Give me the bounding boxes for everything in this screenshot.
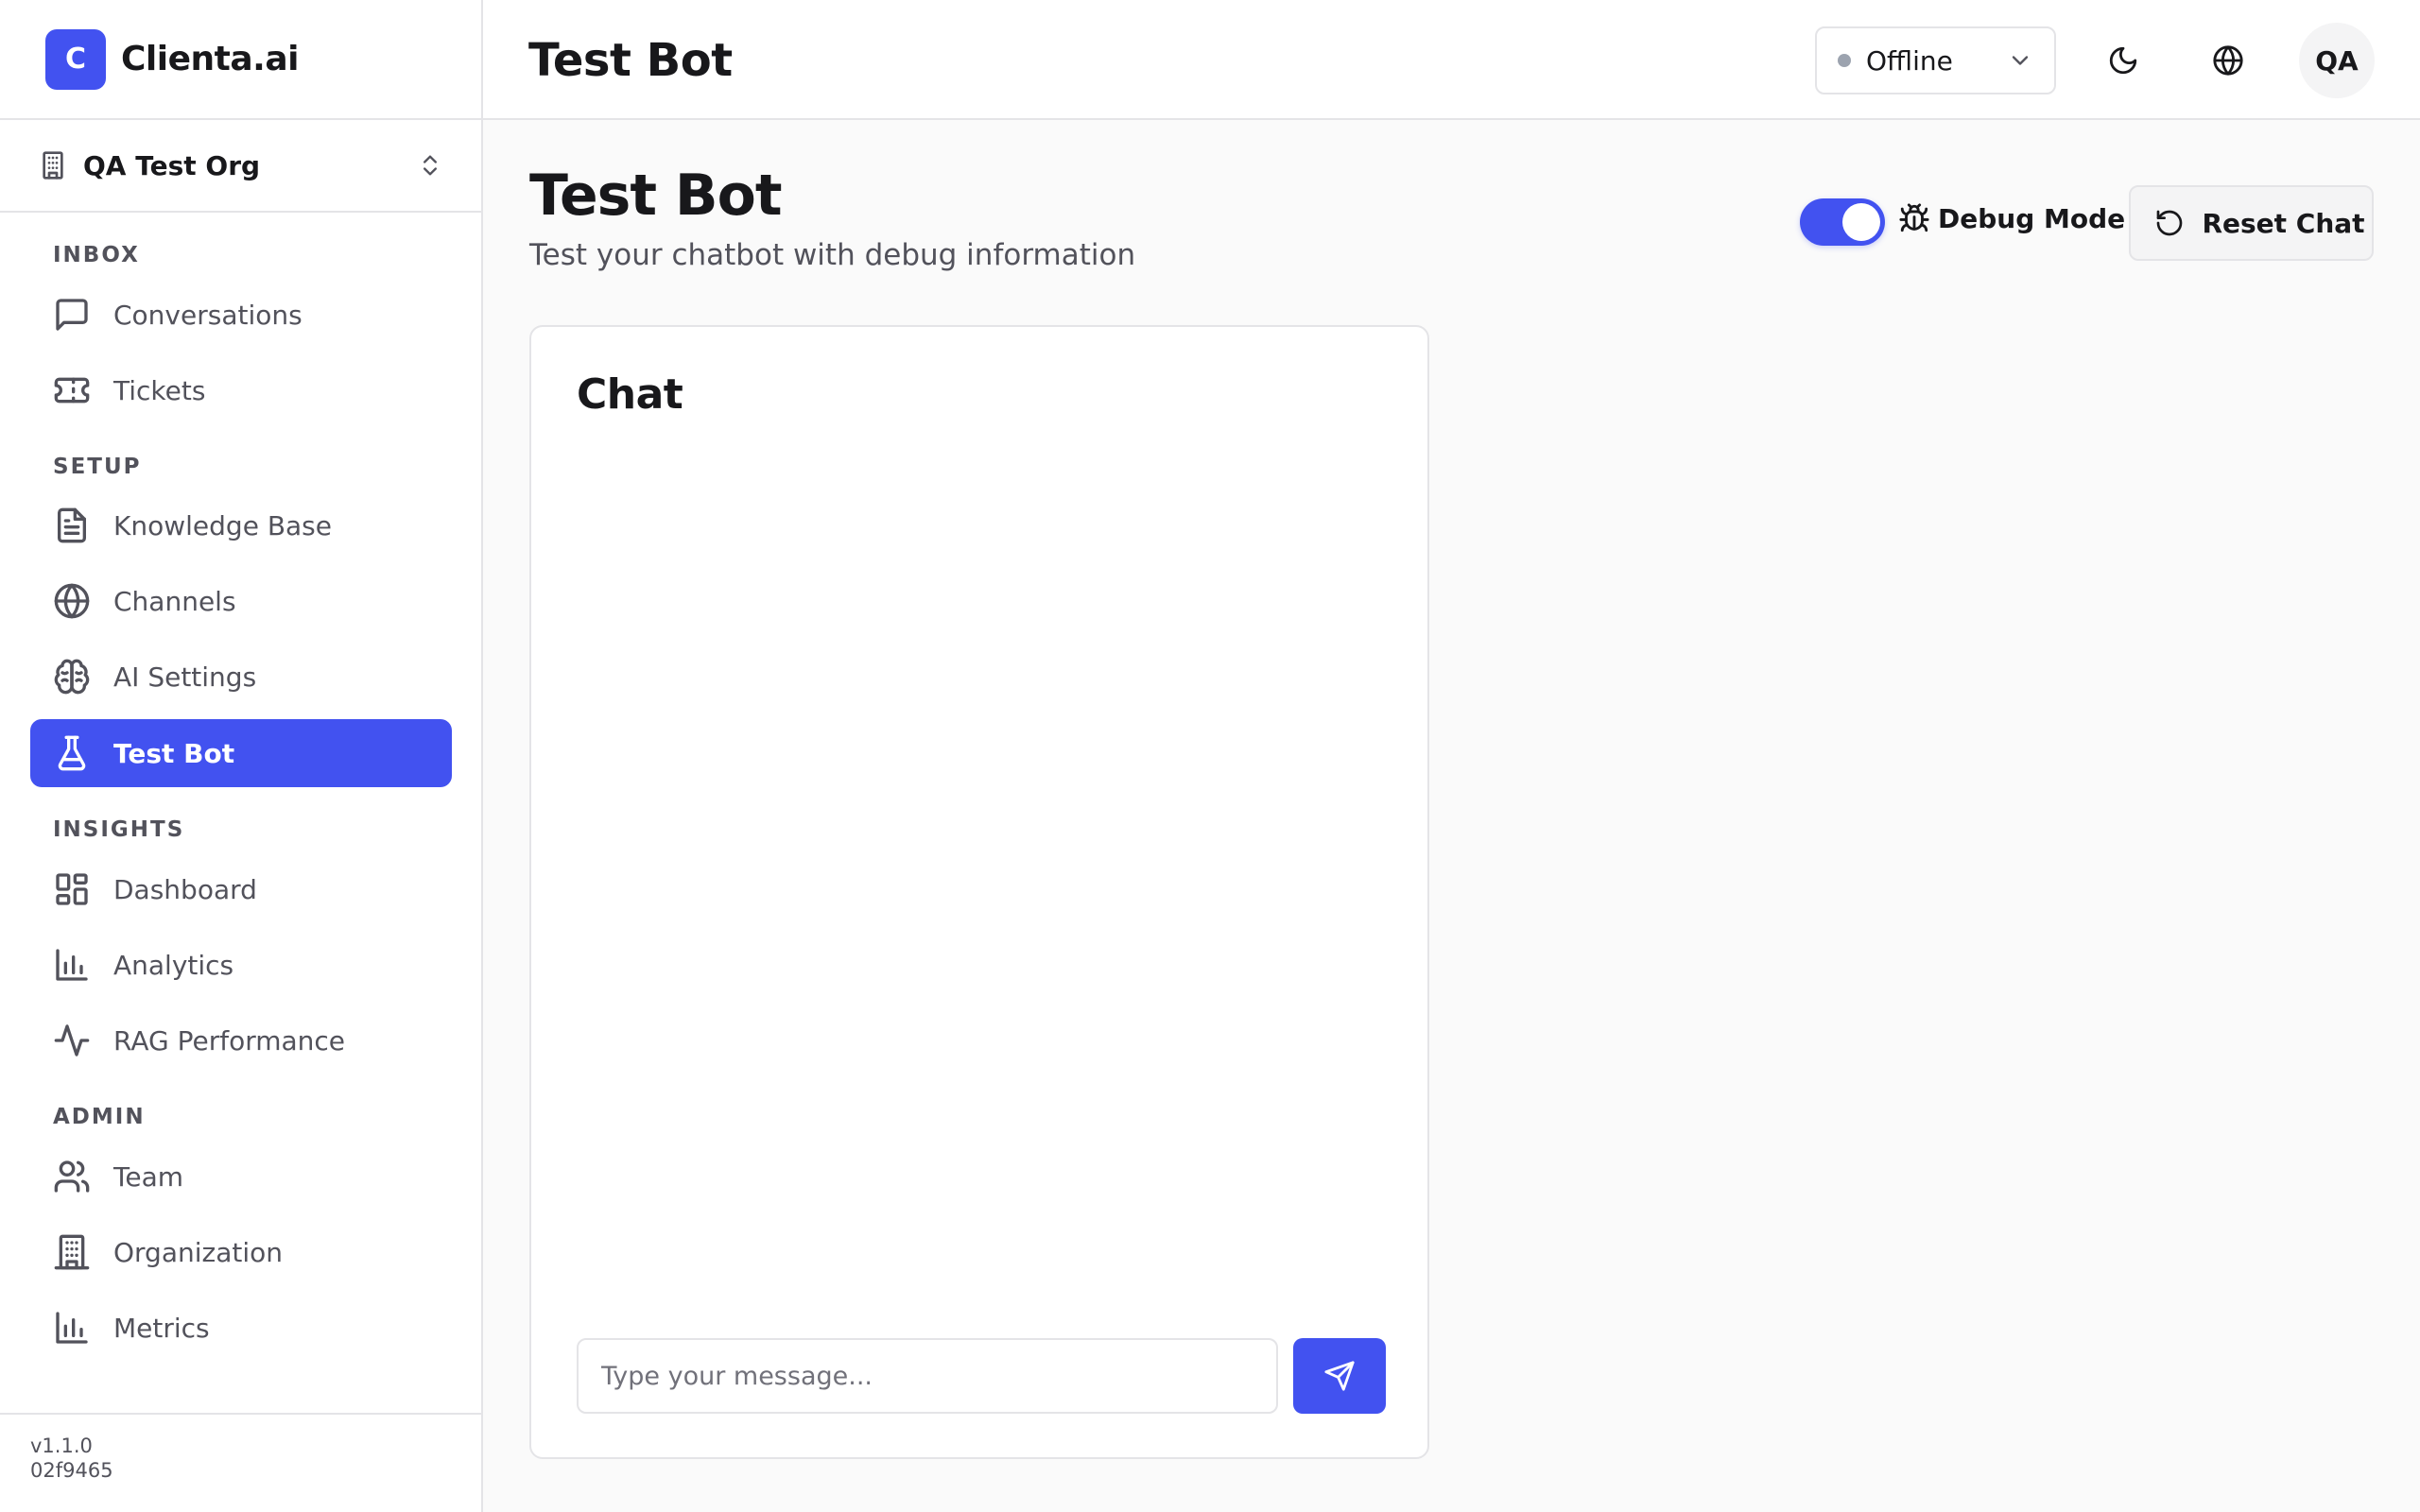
flask-icon: [53, 734, 91, 772]
bar-chart-icon: [53, 1309, 91, 1347]
sidebar-item-ai-settings[interactable]: AI Settings: [30, 643, 452, 711]
theme-toggle-button[interactable]: [2089, 26, 2157, 94]
sidebar-item-channels[interactable]: Channels: [30, 567, 452, 635]
message-square-icon: [53, 296, 91, 334]
sidebar-item-label: Conversations: [113, 299, 302, 331]
activity-icon: [53, 1022, 91, 1059]
org-switcher[interactable]: QA Test Org: [0, 120, 481, 213]
sidebar-item-conversations[interactable]: Conversations: [30, 281, 452, 349]
toggle-knob: [1842, 203, 1880, 241]
status-select[interactable]: Offline: [1815, 26, 2056, 94]
sidebar-item-rag-performance[interactable]: RAG Performance: [30, 1006, 452, 1074]
debug-mode-toggle[interactable]: [1800, 198, 1885, 246]
status-dot: [1838, 54, 1851, 67]
chevron-down-icon: [2007, 47, 2033, 74]
header-title: Test Bot: [528, 34, 733, 87]
sidebar-item-dashboard[interactable]: Dashboard: [30, 855, 452, 923]
debug-mode-label: Debug Mode: [1898, 202, 2125, 234]
sidebar-item-label: Analytics: [113, 949, 234, 981]
layout-dashboard-icon: [53, 870, 91, 908]
page-title: Test Bot: [529, 163, 783, 229]
moon-icon: [2107, 44, 2139, 77]
top-bar: Test Bot Offline QA: [483, 0, 2420, 120]
nav-section-insights: INSIGHTS: [53, 817, 185, 842]
users-icon: [53, 1158, 91, 1195]
brand[interactable]: C Clienta.ai: [0, 0, 481, 120]
send-button[interactable]: [1293, 1338, 1386, 1414]
building-icon: [38, 150, 68, 180]
brain-icon: [53, 658, 91, 696]
sidebar-item-label: Channels: [113, 585, 236, 617]
reset-chat-button[interactable]: Reset Chat: [2129, 185, 2374, 261]
bar-chart-icon: [53, 946, 91, 984]
app-version: v1.1.0: [30, 1435, 93, 1457]
sidebar-item-label: Test Bot: [113, 737, 235, 769]
brand-logo: C: [45, 28, 106, 90]
sidebar-item-label: Dashboard: [113, 873, 257, 905]
ticket-icon: [53, 371, 91, 409]
language-button[interactable]: [2194, 26, 2262, 94]
chat-title: Chat: [577, 370, 683, 419]
sidebar-item-organization[interactable]: Organization: [30, 1218, 452, 1286]
building-icon: [53, 1233, 91, 1271]
page-subtitle: Test your chatbot with debug information: [529, 238, 1136, 272]
chevrons-up-down-icon: [417, 152, 443, 179]
sidebar-item-label: AI Settings: [113, 661, 257, 693]
sidebar: C Clienta.ai QA Test Org INBOX Conversat…: [0, 0, 483, 1512]
brand-name: Clienta.ai: [121, 40, 299, 78]
message-input[interactable]: [577, 1338, 1278, 1414]
sidebar-item-team[interactable]: Team: [30, 1143, 452, 1211]
sidebar-item-label: RAG Performance: [113, 1024, 346, 1057]
sidebar-item-test-bot[interactable]: Test Bot: [30, 719, 452, 787]
chat-panel: Chat: [529, 325, 1429, 1459]
nav-section-admin: ADMIN: [53, 1105, 146, 1129]
bug-icon: [1898, 202, 1930, 234]
sidebar-item-knowledge-base[interactable]: Knowledge Base: [30, 491, 452, 559]
sidebar-item-label: Metrics: [113, 1312, 210, 1344]
build-hash: 02f9465: [30, 1459, 113, 1482]
org-name: QA Test Org: [83, 149, 261, 181]
sidebar-item-label: Knowledge Base: [113, 509, 332, 541]
send-icon: [1323, 1360, 1356, 1392]
nav-section-inbox: INBOX: [53, 243, 140, 267]
sidebar-item-analytics[interactable]: Analytics: [30, 931, 452, 999]
user-avatar[interactable]: QA: [2299, 23, 2375, 98]
sidebar-item-tickets[interactable]: Tickets: [30, 356, 452, 424]
globe-icon: [53, 582, 91, 620]
rotate-ccw-icon: [2154, 208, 2185, 238]
sidebar-footer: v1.1.0 02f9465: [0, 1413, 481, 1512]
nav-section-setup: SETUP: [53, 455, 142, 479]
sidebar-item-label: Team: [113, 1160, 184, 1193]
file-text-icon: [53, 507, 91, 544]
status-value: Offline: [1866, 44, 1953, 77]
sidebar-item-label: Organization: [113, 1236, 284, 1268]
reset-chat-label: Reset Chat: [2202, 207, 2365, 239]
globe-icon: [2212, 44, 2244, 77]
sidebar-item-metrics[interactable]: Metrics: [30, 1294, 452, 1362]
sidebar-item-label: Tickets: [113, 374, 206, 406]
debug-mode-text: Debug Mode: [1938, 202, 2126, 234]
